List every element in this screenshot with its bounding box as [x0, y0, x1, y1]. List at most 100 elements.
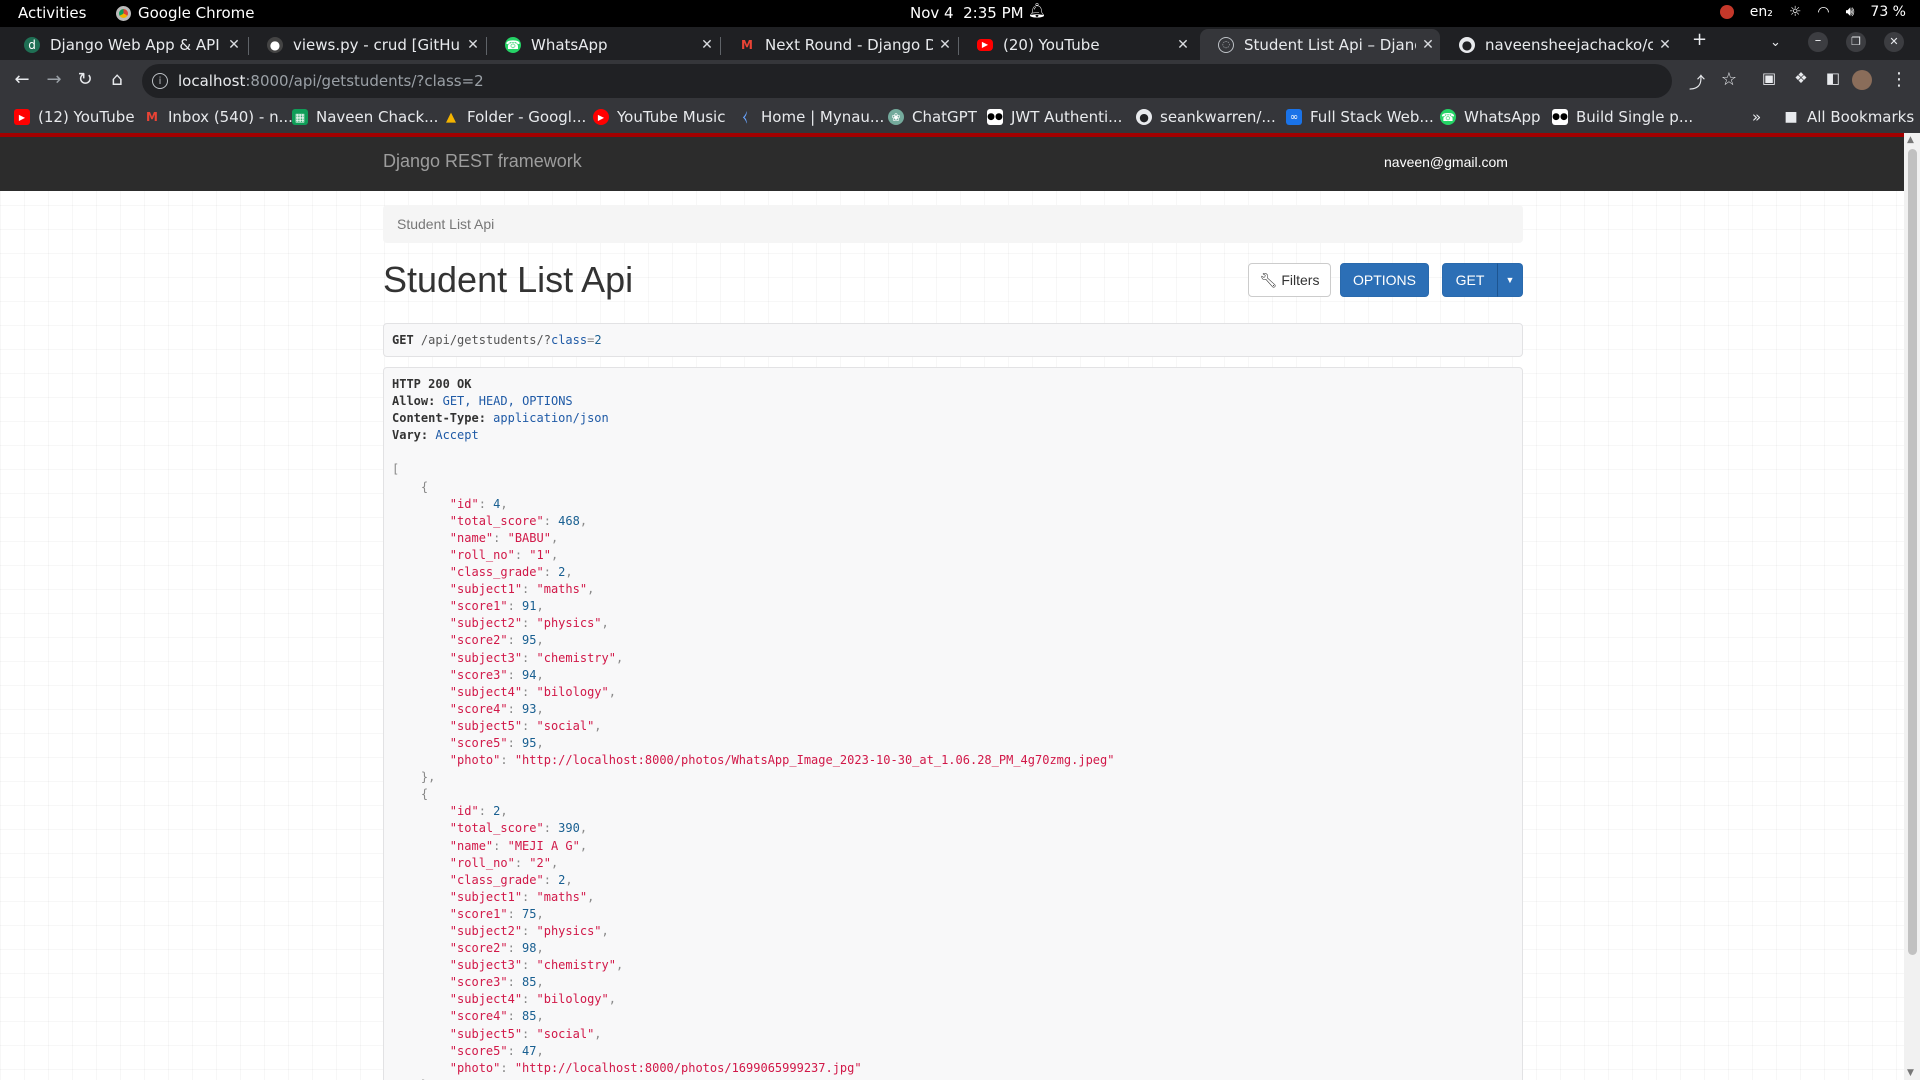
- tab-6[interactable]: ● naveensheejachacko/cor ✕: [1441, 29, 1677, 60]
- json-comma: ,: [565, 872, 573, 887]
- back-arrow-icon[interactable]: ←: [9, 69, 35, 90]
- drf-brand-link[interactable]: Django REST framework: [383, 151, 582, 172]
- close-icon[interactable]: ✕: [933, 37, 957, 53]
- bookmark-5[interactable]: ⧼ Home | Mynau...: [737, 108, 885, 126]
- json-comma: ,: [536, 633, 544, 648]
- json-value: "physics": [536, 616, 602, 631]
- cast-icon[interactable]: ▣: [1756, 69, 1782, 87]
- json-comma: ,: [594, 718, 602, 733]
- window-close-icon[interactable]: ✕: [1884, 32, 1904, 52]
- share-icon[interactable]: ⤴: [1684, 69, 1710, 93]
- tab-0[interactable]: d Django Web App & API ✕: [6, 29, 246, 60]
- folder-icon: ■: [1784, 109, 1798, 125]
- restore-icon[interactable]: ❐: [1846, 32, 1866, 52]
- django-icon: d: [24, 36, 40, 53]
- filters-button[interactable]: 🔧︎ Filters: [1248, 263, 1331, 297]
- bookmark-star-icon[interactable]: ☆: [1716, 69, 1742, 90]
- bookmark-label: Full Stack Web...: [1310, 108, 1434, 126]
- json-value: 47: [522, 1043, 537, 1058]
- activities-button[interactable]: Activities: [18, 4, 86, 22]
- json-value: "chemistry": [536, 650, 616, 665]
- bookmark-9[interactable]: ∞ Full Stack Web...: [1286, 108, 1434, 126]
- whatsapp-icon: ☎: [1440, 109, 1456, 125]
- json-value: "http://localhost:8000/photos/1699065999…: [514, 1060, 862, 1075]
- bookmark-3[interactable]: ▲ Folder - Googl...: [443, 108, 586, 126]
- bell-icon[interactable]: 🔔︎: [1028, 3, 1046, 19]
- bookmark-11[interactable]: ●● Build Single p...: [1552, 108, 1693, 126]
- json-colon: :: [507, 1043, 523, 1058]
- tab-5-active[interactable]: ◌ Student List Api – Django ✕: [1200, 29, 1440, 60]
- language-indicator[interactable]: en₂: [1750, 4, 1773, 20]
- profile-avatar[interactable]: [1852, 70, 1872, 90]
- bookmark-4[interactable]: ▶ YouTube Music: [593, 108, 725, 126]
- bookmark-6[interactable]: ❀ ChatGPT: [888, 108, 977, 126]
- all-bookmarks[interactable]: ■ All Bookmarks: [1783, 108, 1914, 126]
- menu-kebab-icon[interactable]: ⋮: [1886, 69, 1912, 90]
- scrollbar-thumb[interactable]: [1908, 149, 1917, 955]
- home-icon[interactable]: ⌂: [104, 69, 130, 90]
- address-bar[interactable]: i localhost:8000/api/getstudents/?class=…: [142, 64, 1672, 98]
- bookmark-8[interactable]: ● seankwarren/...: [1136, 108, 1276, 126]
- close-icon[interactable]: ✕: [695, 37, 719, 53]
- tab-search-chevron-icon[interactable]: ⌄: [1770, 35, 1781, 50]
- side-panel-icon[interactable]: ◧: [1820, 69, 1846, 87]
- json-value: 95: [522, 633, 537, 648]
- medium-icon: ●●: [987, 109, 1003, 125]
- bookmark-1[interactable]: M Inbox (540) - n...: [144, 108, 293, 126]
- tab-title: WhatsApp: [531, 35, 608, 54]
- get-format-dropdown[interactable]: ▼: [1497, 263, 1523, 297]
- extensions-puzzle-icon[interactable]: ❖: [1788, 69, 1814, 87]
- tab-title: (20) YouTube: [1003, 35, 1100, 54]
- clock[interactable]: Nov 4 2:35 PM: [910, 4, 1024, 22]
- user-menu[interactable]: naveen@gmail.com: [1384, 154, 1508, 170]
- scroll-down-icon[interactable]: ▼: [1907, 1068, 1914, 1078]
- get-button[interactable]: GET: [1442, 263, 1498, 297]
- json-colon: :: [507, 941, 523, 956]
- json-comma: ,: [587, 889, 595, 904]
- json-colon: :: [507, 667, 523, 682]
- json-value: 98: [522, 941, 537, 956]
- json-comma: ,: [536, 701, 544, 716]
- new-tab-plus-icon[interactable]: +: [1692, 29, 1707, 50]
- tab-4[interactable]: ▶ (20) YouTube ✕: [959, 29, 1195, 60]
- bookmark-7[interactable]: ●● JWT Authenti...: [987, 108, 1122, 126]
- response-json-body: { "id": 4, "total_score": 468, "name": "…: [392, 479, 1115, 1080]
- json-key: "roll_no": [449, 855, 515, 870]
- caret-down-icon: ▼: [1505, 275, 1515, 285]
- page-scrollbar[interactable]: ▲ ▼: [1904, 133, 1920, 1080]
- scroll-up-icon[interactable]: ▲: [1907, 135, 1914, 145]
- page-viewport: Django REST framework naveen@gmail.com S…: [0, 133, 1904, 1080]
- bookmark-label: Folder - Googl...: [467, 108, 587, 126]
- json-comma: ,: [608, 684, 616, 699]
- bookmark-0[interactable]: ▶ (12) YouTube: [14, 108, 135, 126]
- options-button[interactable]: OPTIONS: [1340, 263, 1429, 297]
- bookmark-2[interactable]: ▦ Naveen Chack...: [292, 108, 438, 126]
- close-icon[interactable]: ✕: [1171, 37, 1195, 53]
- close-icon[interactable]: ✕: [1653, 37, 1677, 53]
- tab-1[interactable]: ● views.py - crud [GitHub] - ✕: [249, 29, 485, 60]
- breadcrumb-item[interactable]: Student List Api: [397, 216, 494, 232]
- system-tray[interactable]: en₂ ☼ ◠ 🔊︎ 73 %: [1719, 4, 1906, 20]
- json-value: 75: [522, 906, 537, 921]
- reload-icon[interactable]: ↻: [72, 69, 98, 90]
- json-key: "subject2": [449, 924, 523, 938]
- globe-icon: ◌: [1218, 36, 1234, 53]
- browser-toolbar: ← → ↻ ⌂ i localhost:8000/api/getstudents…: [0, 60, 1920, 102]
- bookmarks-bar: ▶ (12) YouTube M Inbox (540) - n... ▦ Navee…: [0, 102, 1920, 133]
- close-icon[interactable]: ✕: [1416, 37, 1440, 53]
- close-icon[interactable]: ✕: [222, 37, 246, 53]
- json-colon: :: [522, 582, 537, 597]
- site-info-icon[interactable]: i: [152, 73, 168, 89]
- tab-3[interactable]: M Next Round - Django Dev ✕: [721, 29, 957, 60]
- more-bookmarks-chevron-icon[interactable]: »: [1752, 108, 1761, 126]
- github-icon: ●: [1136, 109, 1152, 125]
- minimize-icon[interactable]: –: [1808, 32, 1828, 52]
- header-value: application/json: [493, 411, 609, 426]
- tab-2[interactable]: ☎ WhatsApp ✕: [487, 29, 719, 60]
- json-key: "roll_no": [449, 547, 515, 562]
- app-menu[interactable]: Google Chrome: [116, 4, 255, 22]
- forward-arrow-icon[interactable]: →: [41, 69, 67, 90]
- json-brace: {: [420, 479, 429, 494]
- bookmark-10[interactable]: ☎ WhatsApp: [1440, 108, 1541, 126]
- close-icon[interactable]: ✕: [461, 37, 485, 53]
